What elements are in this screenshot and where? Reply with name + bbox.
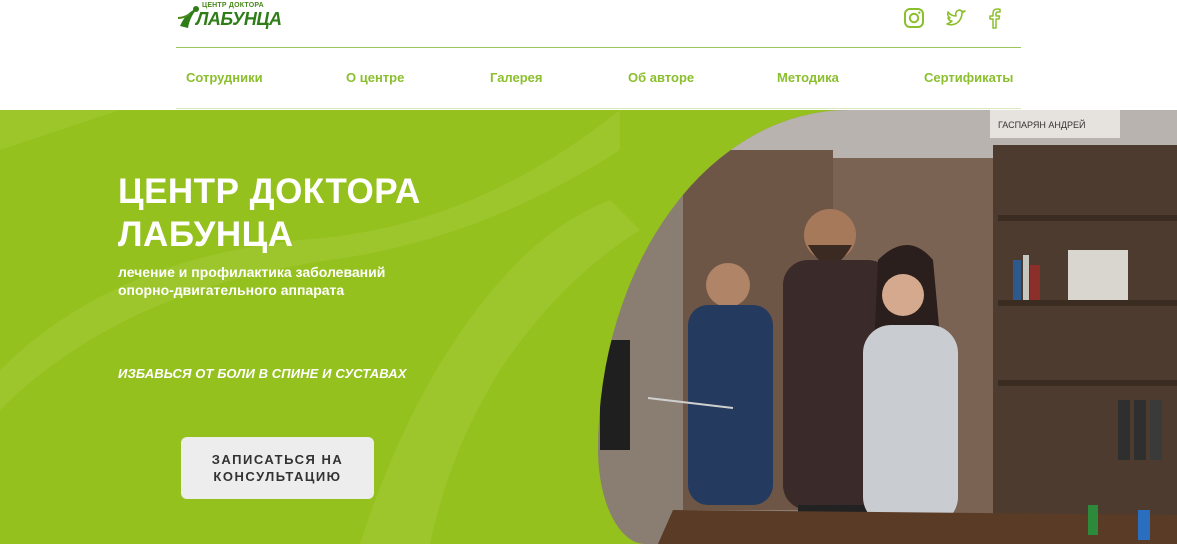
header-divider bbox=[176, 47, 1021, 48]
photo-sign-text: ГАСПАРЯН АНДРЕЙ bbox=[998, 119, 1085, 130]
logo-top-text: ЦЕНТР ДОКТОРА bbox=[202, 2, 264, 9]
logo-main-text: ЛАБУНЦА bbox=[196, 9, 282, 29]
book-consultation-label: ЗАПИСАТЬСЯ НА КОНСУЛЬТАЦИЮ bbox=[203, 451, 353, 485]
book-consultation-button[interactable]: ЗАПИСАТЬСЯ НА КОНСУЛЬТАЦИЮ bbox=[181, 437, 374, 499]
social-links bbox=[902, 6, 1012, 32]
hero-section: ГАСПАРЯН АНДРЕЙ ЦЕНТР ДОКТОРА ЛАБУНЦА ле… bbox=[0, 110, 1177, 544]
twitter-icon[interactable] bbox=[944, 6, 968, 30]
nav-item-about-center[interactable]: О центре bbox=[346, 70, 404, 85]
hero-subtitle-line1: лечение и профилактика заболеваний bbox=[118, 264, 386, 280]
nav-item-about-author[interactable]: Об авторе bbox=[628, 70, 694, 85]
cta-label-line1: ЗАПИСАТЬСЯ НА bbox=[211, 452, 344, 467]
nav-item-certificates[interactable]: Сертификаты bbox=[924, 70, 1013, 85]
hero-subtitle: лечение и профилактика заболеваний опорн… bbox=[118, 263, 448, 299]
hero-title: ЦЕНТР ДОКТОРА ЛАБУНЦА bbox=[118, 170, 518, 256]
landing-page: ЦЕНТР ДОКТОРА ЛАБУНЦА Сотрудники О центр… bbox=[0, 0, 1177, 544]
site-header: ЦЕНТР ДОКТОРА ЛАБУНЦА Сотрудники О центр… bbox=[0, 0, 1177, 110]
hero-tagline: ИЗБАВЬСЯ ОТ БОЛИ В СПИНЕ И СУСТАВАХ bbox=[118, 366, 407, 381]
instagram-icon[interactable] bbox=[902, 6, 926, 30]
hero-title-line1: ЦЕНТР ДОКТОРА bbox=[118, 172, 421, 211]
hero-subtitle-line2: опорно-двигательного аппарата bbox=[118, 282, 345, 298]
logo[interactable]: ЦЕНТР ДОКТОРА ЛАБУНЦА bbox=[176, 2, 286, 32]
facebook-icon[interactable] bbox=[982, 6, 1006, 30]
nav-item-staff[interactable]: Сотрудники bbox=[186, 70, 263, 85]
main-nav: Сотрудники О центре Галерея Об авторе Ме… bbox=[176, 70, 1021, 90]
hero-title-line2: ЛАБУНЦА bbox=[118, 215, 294, 254]
nav-divider bbox=[176, 108, 1021, 109]
cta-label-line2: КОНСУЛЬТАЦИЮ bbox=[213, 469, 342, 484]
nav-item-method[interactable]: Методика bbox=[777, 70, 839, 85]
nav-item-gallery[interactable]: Галерея bbox=[490, 70, 543, 85]
